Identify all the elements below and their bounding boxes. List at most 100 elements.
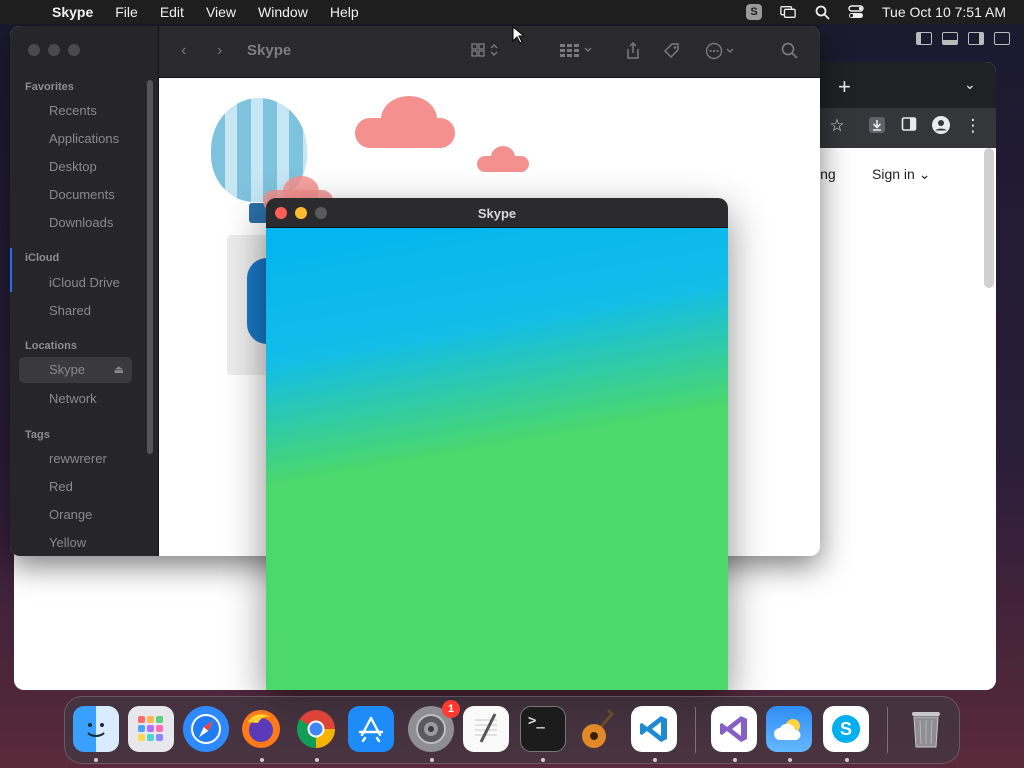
skype-status-icon[interactable]: S xyxy=(746,4,762,20)
sidebar-tag-yellow[interactable]: Yellow xyxy=(49,535,149,550)
cloud-illustration xyxy=(381,96,437,142)
dock-skype-icon[interactable]: S xyxy=(823,706,869,752)
window-layout-icons xyxy=(916,32,1010,45)
sidebar-item-downloads[interactable]: Downloads xyxy=(49,215,149,230)
finder-traffic-lights xyxy=(28,44,80,56)
close-window-button[interactable] xyxy=(28,44,40,56)
skype-window-title: Skype xyxy=(477,206,517,221)
profile-avatar-icon[interactable] xyxy=(930,116,952,139)
finder-toolbar: ‹ › Skype xyxy=(159,26,820,78)
sign-in-link[interactable]: Sign in ⌄ xyxy=(872,166,930,183)
dock-system-settings-icon[interactable]: 1 xyxy=(408,700,460,752)
back-chevron-icon[interactable]: ‹ xyxy=(181,42,186,60)
running-indicator xyxy=(653,758,657,762)
screen-mirroring-icon[interactable] xyxy=(780,4,796,20)
sidebar-item-desktop[interactable]: Desktop xyxy=(49,159,149,174)
dock-finder-icon[interactable] xyxy=(73,706,119,752)
control-center-icon[interactable] xyxy=(848,4,864,20)
mouse-cursor-icon xyxy=(512,25,526,49)
sidebar-item-recents[interactable]: Recents xyxy=(49,103,149,118)
more-actions-icon[interactable] xyxy=(705,42,741,65)
running-indicator xyxy=(733,758,737,762)
eject-icon[interactable]: ⏏ xyxy=(114,357,124,383)
sidebar-heading-locations: Locations xyxy=(25,340,77,352)
menu-edit[interactable]: Edit xyxy=(160,4,184,20)
forward-chevron-icon[interactable]: › xyxy=(217,42,222,60)
search-icon[interactable] xyxy=(814,4,830,20)
menu-view[interactable]: View xyxy=(206,4,236,20)
running-indicator xyxy=(541,758,545,762)
close-icon[interactable]: ✕ xyxy=(994,426,996,443)
menu-app-name[interactable]: Skype xyxy=(52,4,93,20)
skype-window[interactable]: Skype xyxy=(266,198,728,690)
dock-visual-studio-icon[interactable] xyxy=(711,706,757,752)
dock-firefox-icon[interactable] xyxy=(238,706,284,752)
sidebar-item-icloud-drive[interactable]: iCloud Drive xyxy=(49,275,149,290)
sidebar-heading-favorites: Favorites xyxy=(25,81,74,93)
sidebar-tag-red[interactable]: Red xyxy=(49,479,149,494)
bell-icon[interactable]: 🔔︎ xyxy=(994,674,996,688)
dock-trash-icon[interactable] xyxy=(903,706,949,752)
menu-bar-status-area: S Tue Oct 10 7:51 AM xyxy=(746,0,1006,24)
dock-vscode-icon[interactable] xyxy=(631,706,677,752)
sidebar-heading-tags: Tags xyxy=(25,429,50,441)
dock-safari-icon[interactable] xyxy=(183,706,229,752)
sidebar-item-label: Skype xyxy=(49,362,86,377)
chrome-scrollbar[interactable] xyxy=(984,148,994,288)
tag-icon[interactable] xyxy=(663,42,681,65)
minimize-window-button[interactable] xyxy=(48,44,60,56)
menu-bar-clock[interactable]: Tue Oct 10 7:51 AM xyxy=(882,4,1006,20)
sidebar-left-icon[interactable] xyxy=(916,32,932,45)
dock-app-store-icon[interactable] xyxy=(348,706,394,752)
running-indicator xyxy=(788,758,792,762)
panel-bottom-icon[interactable] xyxy=(942,32,958,45)
sidebar-tag-orange[interactable]: Orange xyxy=(49,507,149,522)
download-icon[interactable] xyxy=(866,116,888,139)
running-indicator xyxy=(845,758,849,762)
dock-separator xyxy=(887,707,888,753)
dock-garageband-icon[interactable] xyxy=(575,706,621,752)
notification-badge: 1 xyxy=(442,700,460,718)
sidebar-tag-rewwrerer[interactable]: rewwrerer xyxy=(49,451,149,466)
side-panel-icon[interactable] xyxy=(898,116,920,137)
sidebar-item-skype[interactable]: Skype ⏏ xyxy=(19,357,132,383)
menu-help[interactable]: Help xyxy=(330,4,359,20)
finder-sidebar: Favorites Recents Applications Desktop D… xyxy=(10,26,159,556)
dock-weather-icon[interactable] xyxy=(766,706,812,752)
sidebar-item-documents[interactable]: Documents xyxy=(49,187,149,202)
menu-file[interactable]: File xyxy=(115,4,138,20)
menu-window[interactable]: Window xyxy=(258,4,308,20)
running-indicator xyxy=(430,758,434,762)
sidebar-right-icon[interactable] xyxy=(968,32,984,45)
bookmark-star-icon[interactable]: ☆ xyxy=(826,116,848,136)
new-tab-button[interactable]: + xyxy=(838,74,851,100)
share-icon[interactable] xyxy=(625,41,641,65)
dock: 1 >_ S xyxy=(64,696,960,764)
menu-bar: Skype File Edit View Window Help S Tue O… xyxy=(0,0,1024,24)
sidebar-item-applications[interactable]: Applications xyxy=(49,131,149,146)
finder-window-title: Skype xyxy=(247,42,292,59)
svg-text:S: S xyxy=(840,719,852,739)
sidebar-scrollbar[interactable] xyxy=(147,80,153,454)
sidebar-item-network[interactable]: Network xyxy=(49,391,149,406)
search-icon[interactable] xyxy=(781,42,798,64)
running-indicator xyxy=(315,758,319,762)
running-indicator xyxy=(94,758,98,762)
dock-chrome-icon[interactable] xyxy=(293,706,339,752)
sidebar-heading-icloud: iCloud xyxy=(25,252,60,264)
view-mode-icon[interactable] xyxy=(471,42,501,63)
skype-splash-gradient xyxy=(266,228,728,690)
tab-search-chevron-icon[interactable]: ⌄ xyxy=(964,76,976,93)
chrome-menu-icon[interactable]: ⋮ xyxy=(962,116,984,136)
cloud-illustration xyxy=(491,146,515,168)
skype-title-bar[interactable]: Skype xyxy=(266,198,728,228)
group-by-icon[interactable] xyxy=(559,42,595,63)
dock-separator xyxy=(695,707,696,753)
sidebar-item-shared[interactable]: Shared xyxy=(49,303,149,318)
dock-launchpad-icon[interactable] xyxy=(128,706,174,752)
dock-terminal-icon[interactable]: >_ xyxy=(520,706,566,752)
running-indicator xyxy=(260,758,264,762)
zoom-window-button[interactable] xyxy=(68,44,80,56)
dock-textedit-icon[interactable] xyxy=(463,706,509,752)
layout-grid-icon[interactable] xyxy=(994,32,1010,45)
